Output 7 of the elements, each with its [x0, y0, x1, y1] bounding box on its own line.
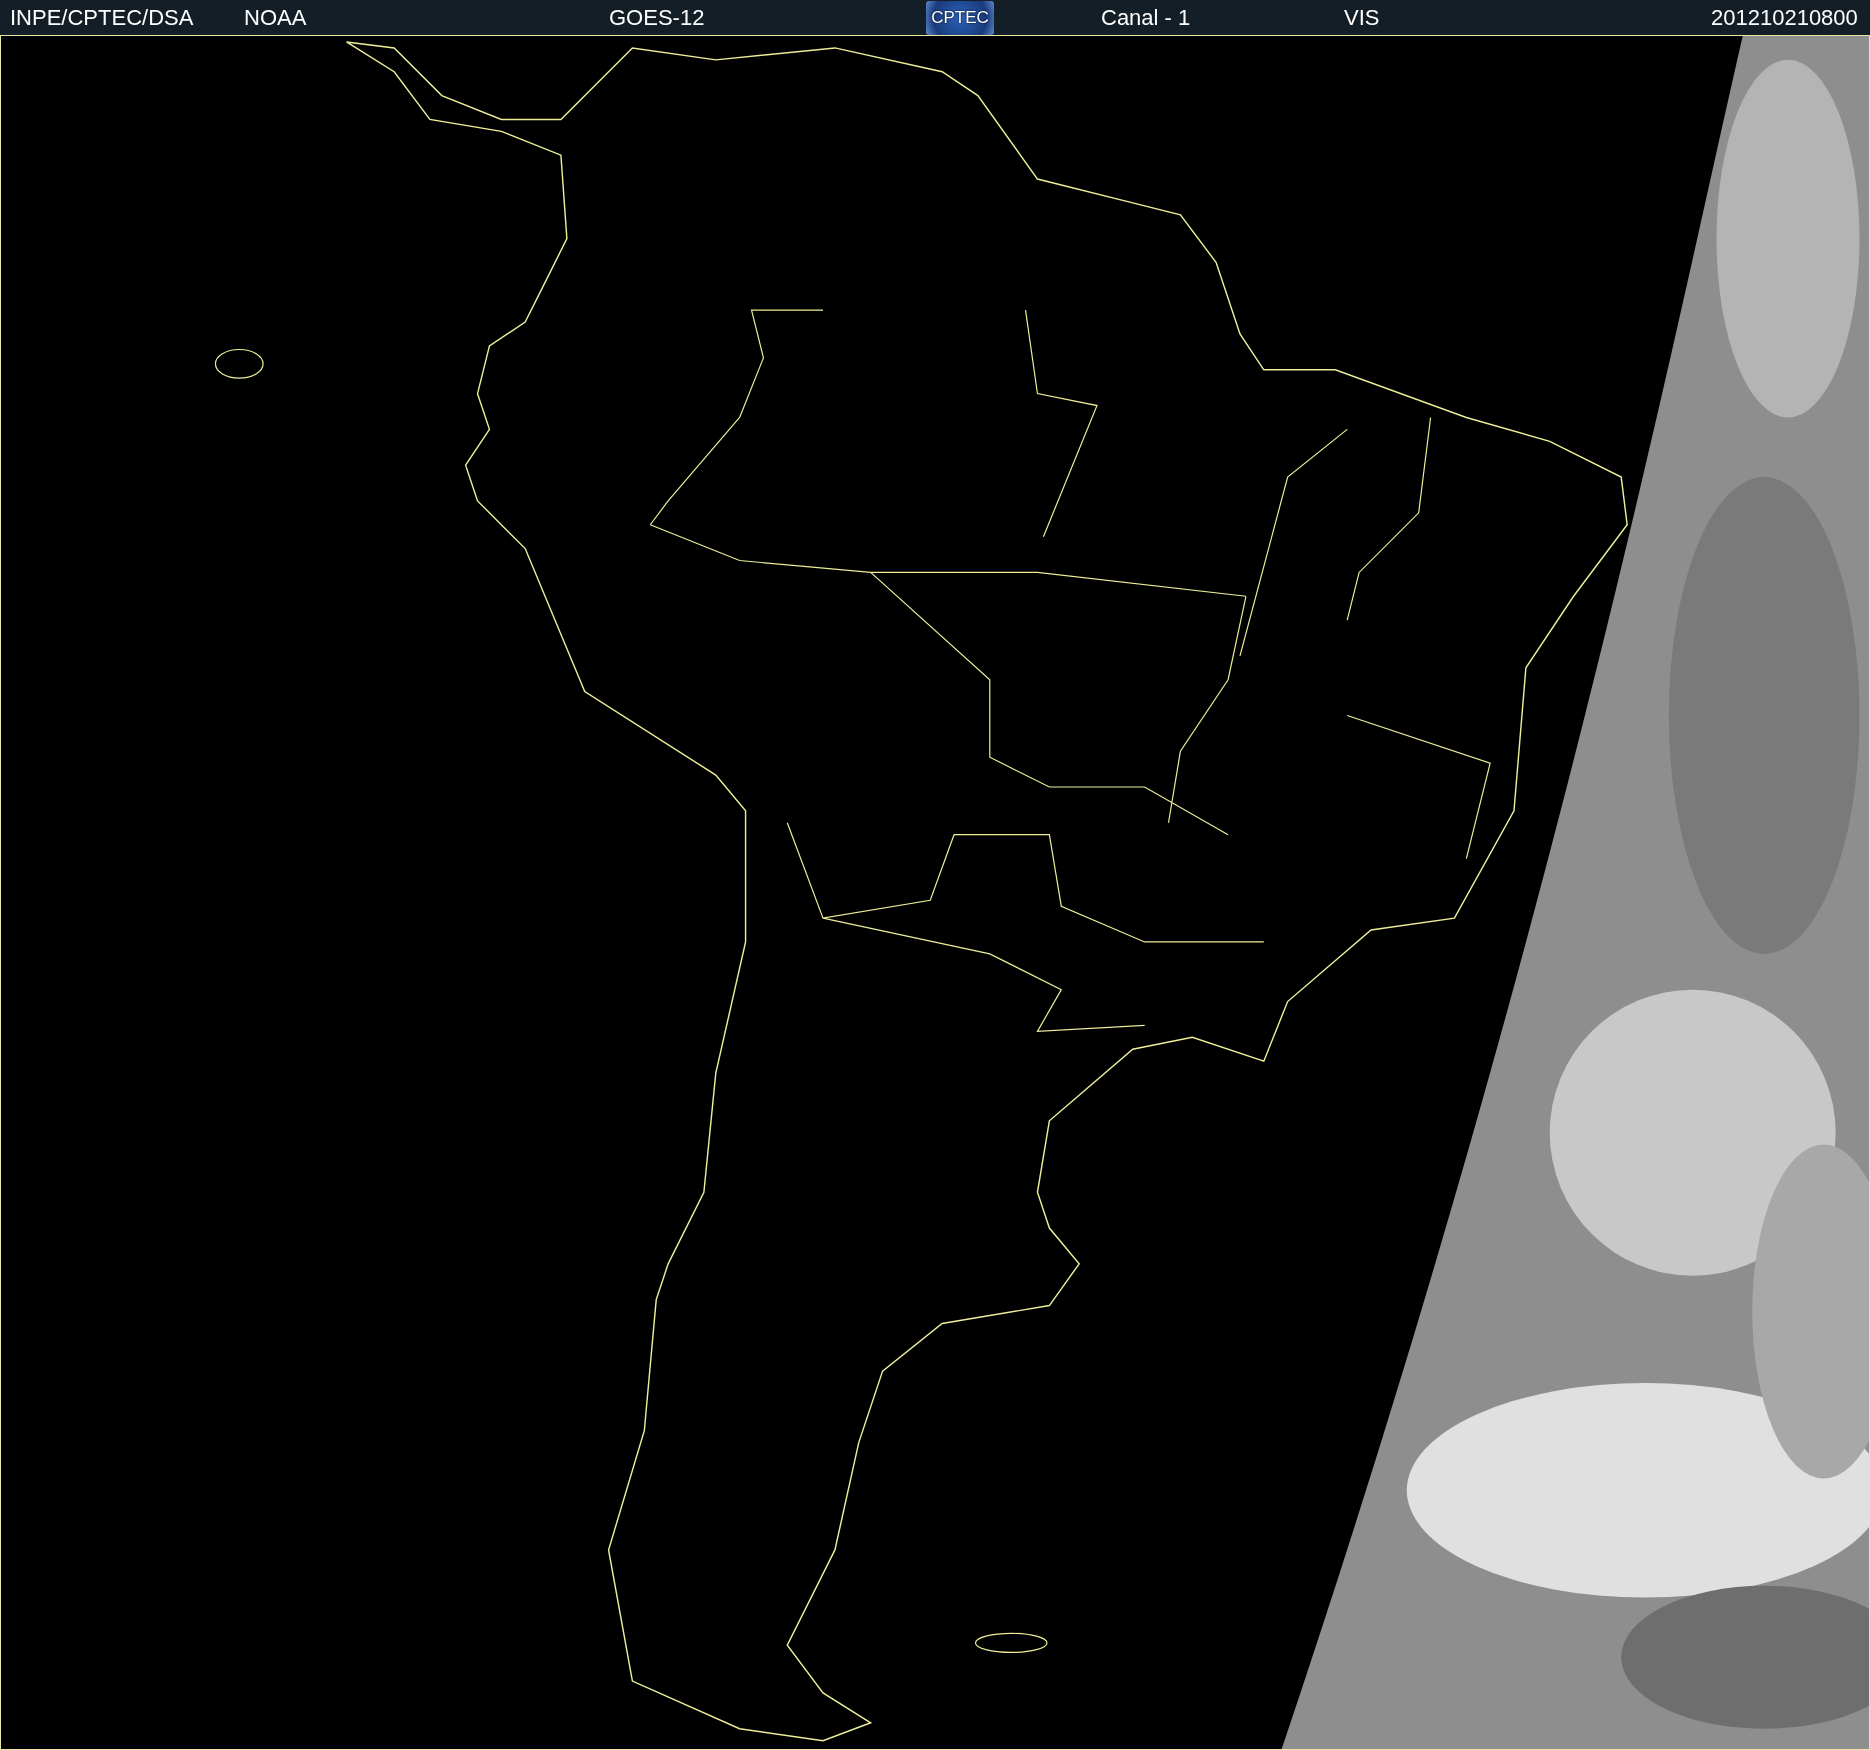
header-label: VIS: [1344, 4, 1381, 31]
header-label: Canal - 1: [1101, 4, 1192, 31]
header-label: NOAA: [244, 4, 308, 31]
header-label: GOES-12: [609, 4, 706, 31]
header-label: INPE/CPTEC/DSA: [10, 4, 195, 31]
logo: CPTEC: [926, 0, 994, 35]
header-label: 201210210800: [1711, 4, 1859, 31]
